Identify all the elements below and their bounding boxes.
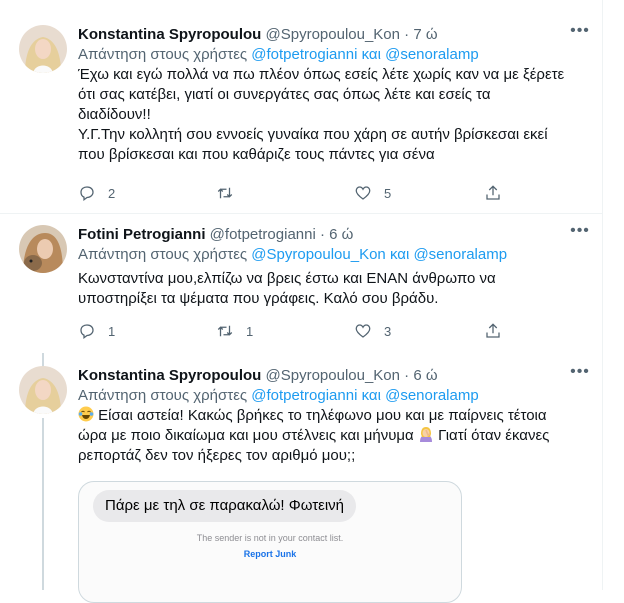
- timestamp[interactable]: 6 ώ: [329, 226, 353, 243]
- author-handle[interactable]: @Spyropoulou_Kon: [266, 367, 401, 384]
- mention-link[interactable]: @fotpetrogianni: [251, 46, 357, 63]
- reply-context: Απάντηση στους χρήστες @fotpetrogianni κ…: [78, 45, 590, 65]
- tweet-line: ρεπορτάζ δεν τον ήξερες τον αριθμό μου;;: [78, 447, 356, 464]
- retweet-icon: [217, 325, 233, 337]
- tweet-media[interactable]: Πάρε με τηλ σε παρακαλώ! Φωτεινή The sen…: [78, 481, 462, 603]
- like-button[interactable]: 3: [354, 321, 391, 341]
- retweet-count: 1: [246, 323, 254, 339]
- author-handle[interactable]: @Spyropoulou_Kon: [266, 26, 401, 43]
- retweet-icon: [217, 187, 233, 199]
- tweet-header: Konstantina Spyropoulou @Spyropoulou_Kon…: [78, 366, 590, 386]
- laughing-emoji: [78, 406, 94, 422]
- reply-and[interactable]: και: [362, 387, 381, 404]
- reply-count: 1: [108, 323, 116, 339]
- reply-icon: [80, 186, 94, 202]
- tweet-1[interactable]: Konstantina Spyropoulou @Spyropoulou_Kon…: [0, 0, 602, 213]
- mention-link[interactable]: @senoralamp: [385, 387, 479, 404]
- more-icon[interactable]: •••: [570, 223, 590, 245]
- timestamp[interactable]: 6 ώ: [413, 367, 437, 384]
- tweet-2[interactable]: Fotini Petrogianni @fotpetrogianni · 6 ώ…: [0, 214, 602, 354]
- tweet-line: Είσαι αστεία! Κακώς βρήκες το τηλέφωνο μ…: [98, 407, 547, 424]
- reply-icon: [80, 324, 94, 340]
- reply-button[interactable]: 2: [78, 183, 115, 203]
- share-button[interactable]: [484, 321, 502, 341]
- share-button[interactable]: [484, 183, 502, 203]
- tweet-actions: 2 5: [78, 183, 518, 203]
- tweet-line: Γιατί όταν έκανες: [438, 427, 550, 444]
- reply-prefix: Απάντηση στους χρήστες: [78, 246, 248, 263]
- reply-and[interactable]: και: [390, 246, 409, 263]
- tweet-line: υποστηρίξει τα ψέματα που γράφεις. Καλό …: [78, 290, 439, 307]
- report-junk-link: Report Junk: [243, 549, 297, 559]
- avatar[interactable]: [19, 225, 67, 273]
- tweet-feed: Konstantina Spyropoulou @Spyropoulou_Kon…: [0, 0, 603, 603]
- more-icon[interactable]: •••: [570, 23, 590, 45]
- tweet-actions: 1 1 3: [78, 321, 518, 341]
- like-icon: [355, 324, 371, 338]
- retweet-button[interactable]: [216, 183, 246, 203]
- separator-dot: ·: [404, 367, 410, 384]
- tweet-line: Κωνσταντίνα μου,ελπίζω να βρεις έστω και…: [78, 270, 496, 287]
- share-icon: [486, 185, 500, 200]
- more-icon[interactable]: •••: [570, 364, 590, 386]
- author-handle[interactable]: @fotpetrogianni: [210, 226, 316, 243]
- separator-dot: ·: [404, 26, 410, 43]
- separator-dot: ·: [319, 226, 325, 243]
- author-name[interactable]: Konstantina Spyropoulou: [78, 367, 261, 384]
- like-count: 3: [384, 323, 392, 339]
- facepalm-emoji: [419, 427, 432, 442]
- tweet-line: Υ.Γ.Την κολλητή σου εννοείς γυναίκα που …: [78, 126, 548, 143]
- author-name[interactable]: Konstantina Spyropoulou: [78, 26, 261, 43]
- reply-prefix: Απάντηση στους χρήστες: [78, 387, 248, 404]
- avatar[interactable]: [19, 366, 67, 414]
- like-icon: [355, 186, 371, 200]
- reply-button[interactable]: 1: [78, 321, 115, 341]
- avatar[interactable]: [19, 25, 67, 73]
- tweet-line: ότι σας κατέβει, γιατί οι συνεργάτες σας…: [78, 86, 491, 103]
- message-bubble: Πάρε με τηλ σε παρακαλώ! Φωτεινή: [93, 490, 357, 522]
- reply-and[interactable]: και: [362, 46, 381, 63]
- author-name[interactable]: Fotini Petrogianni: [78, 226, 206, 243]
- reply-prefix: Απάντηση στους χρήστες: [78, 46, 248, 63]
- sender-note: The sender is not in your contact list.: [196, 533, 344, 543]
- share-icon: [486, 323, 500, 338]
- reply-context: Απάντηση στους χρήστες @fotpetrogianni κ…: [78, 386, 590, 406]
- mention-link[interactable]: @senoralamp: [413, 246, 507, 263]
- reply-context: Απάντηση στους χρήστες @Spyropoulou_Kon …: [78, 245, 590, 265]
- tweet-text: Κωνσταντίνα μου,ελπίζω να βρεις έστω και…: [78, 269, 590, 309]
- tweet-line: που βρίσκεσαι και που καθάριζε τους πάντ…: [78, 146, 435, 163]
- mention-link[interactable]: @Spyropoulou_Kon: [251, 246, 386, 263]
- tweet-text: Είσαι αστεία! Κακώς βρήκες το τηλέφωνο μ…: [78, 406, 590, 466]
- tweet-line: διαδίδουν!!: [78, 106, 151, 123]
- mention-link[interactable]: @senoralamp: [385, 46, 479, 63]
- timestamp[interactable]: 7 ώ: [413, 26, 437, 43]
- reply-count: 2: [108, 185, 116, 201]
- like-count: 5: [384, 185, 392, 201]
- tweet-header: Fotini Petrogianni @fotpetrogianni · 6 ώ: [78, 225, 590, 245]
- like-button[interactable]: 5: [354, 183, 391, 203]
- tweet-line: Έχω και εγώ πολλά να πω πλέον όπως εσείς…: [78, 66, 565, 83]
- tweet-header: Konstantina Spyropoulou @Spyropoulou_Kon…: [78, 25, 590, 45]
- retweet-button[interactable]: 1: [216, 321, 253, 341]
- mention-link[interactable]: @fotpetrogianni: [251, 387, 357, 404]
- tweet-line: ώρα με ποιο δικαίωμα και μου στέλνεις κα…: [78, 427, 414, 444]
- tweet-text: Έχω και εγώ πολλά να πω πλέον όπως εσείς…: [78, 65, 590, 165]
